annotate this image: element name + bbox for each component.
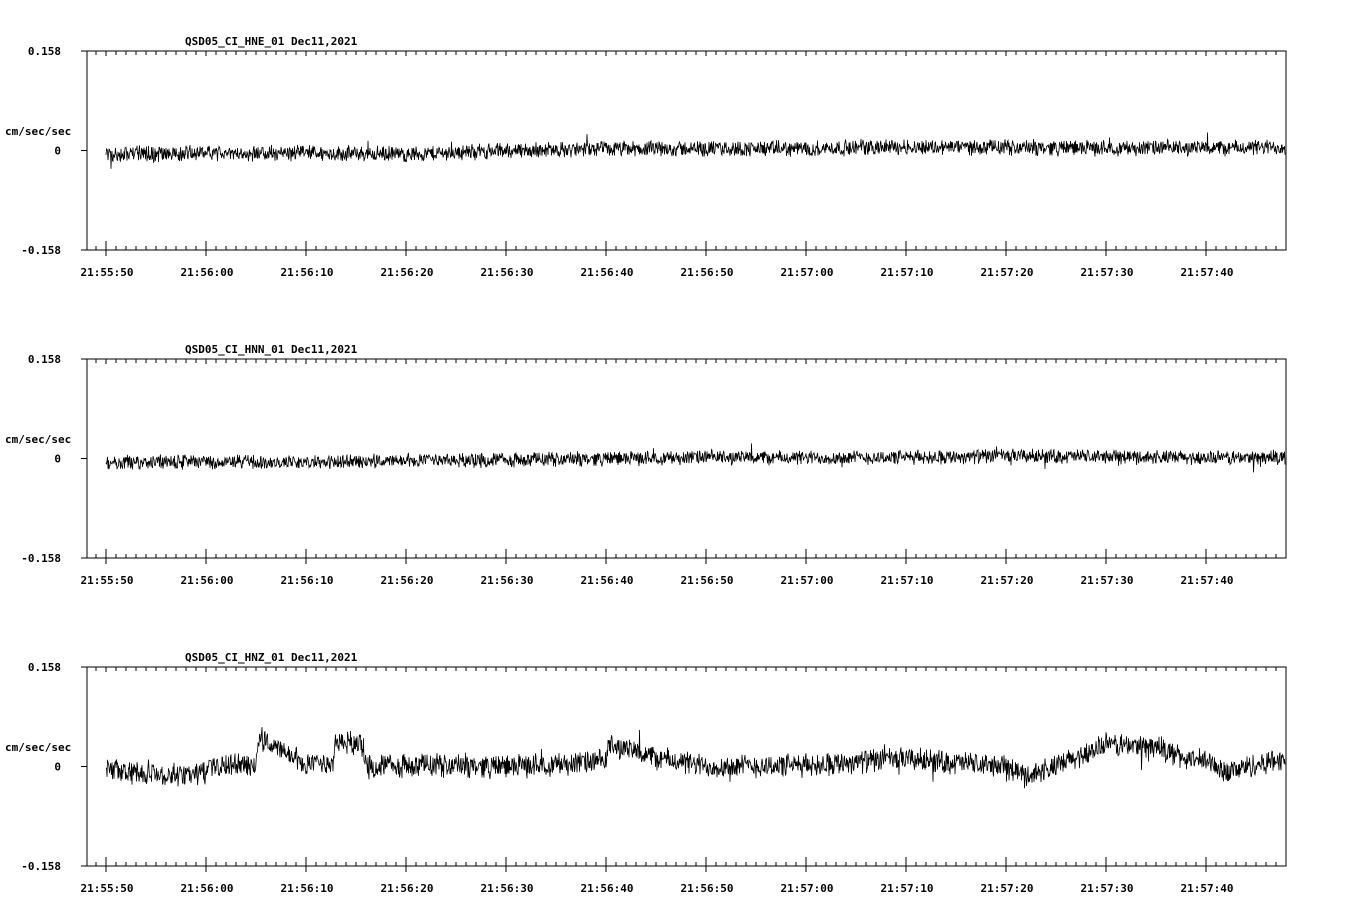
x-tick-label: 21:56:20 (381, 882, 434, 895)
x-tick-label: 21:57:20 (981, 574, 1034, 587)
waveform-trace (105, 727, 1286, 789)
waveform-trace (105, 443, 1286, 473)
x-tick-label: 21:57:10 (881, 574, 934, 587)
x-tick-label: 21:56:00 (181, 266, 234, 279)
y-tick-label: 0 (54, 145, 61, 158)
x-tick-label: 21:57:00 (781, 882, 834, 895)
x-tick-label: 21:56:50 (681, 882, 734, 895)
x-tick-label: 21:56:30 (481, 266, 534, 279)
x-tick-label: 21:57:10 (881, 266, 934, 279)
y-axis-label: cm/sec/sec (5, 125, 71, 138)
plot-frame (86, 666, 1287, 867)
x-tick-label: 21:55:50 (81, 266, 134, 279)
x-tick-label: 21:56:10 (281, 266, 334, 279)
x-tick-label: 21:57:20 (981, 266, 1034, 279)
x-tick-label: 21:57:30 (1081, 266, 1134, 279)
x-tick-label: 21:56:40 (581, 882, 634, 895)
x-tick-label: 21:56:20 (381, 574, 434, 587)
y-tick-label: 0 (54, 453, 61, 466)
x-tick-label: 21:56:30 (481, 574, 534, 587)
y-tick-label: -0.158 (21, 552, 61, 565)
x-tick-label: 21:56:50 (681, 266, 734, 279)
x-tick-label: 21:55:50 (81, 882, 134, 895)
x-tick-label: 21:57:10 (881, 882, 934, 895)
y-axis-label: cm/sec/sec (5, 433, 71, 446)
x-tick-label: 21:56:50 (681, 574, 734, 587)
x-tick-label: 21:56:10 (281, 882, 334, 895)
y-tick-label: 0 (54, 761, 61, 774)
x-tick-label: 21:57:40 (1181, 574, 1234, 587)
x-tick-label: 21:56:00 (181, 882, 234, 895)
y-tick-label: 0.158 (28, 353, 61, 366)
x-tick-label: 21:56:40 (581, 574, 634, 587)
x-tick-label: 21:57:20 (981, 882, 1034, 895)
panel-title: QSD05_CI_HNZ_01 Dec11,2021 (185, 651, 358, 664)
y-tick-label: -0.158 (21, 244, 61, 257)
y-tick-label: -0.158 (21, 860, 61, 873)
x-tick-label: 21:56:10 (281, 574, 334, 587)
y-tick-label: 0.158 (28, 45, 61, 58)
panel-title: QSD05_CI_HNN_01 Dec11,2021 (185, 343, 358, 356)
seismogram-figure: QSD05_CI_HNE_01 Dec11,2021 cm/sec/sec 0.15… (5, 35, 1287, 895)
x-tick-label: 21:56:20 (381, 266, 434, 279)
x-tick-label: 21:57:40 (1181, 882, 1234, 895)
x-tick-label: 21:56:00 (181, 574, 234, 587)
x-tick-label: 21:56:30 (481, 882, 534, 895)
y-tick-label: 0.158 (28, 661, 61, 674)
x-tick-label: 21:55:50 (81, 574, 134, 587)
x-tick-label: 21:57:00 (781, 266, 834, 279)
x-tick-label: 21:56:40 (581, 266, 634, 279)
y-axis-label: cm/sec/sec (5, 741, 71, 754)
waveform-trace (105, 132, 1286, 169)
x-tick-label: 21:57:00 (781, 574, 834, 587)
panel-title: QSD05_CI_HNE_01 Dec11,2021 (185, 35, 358, 48)
x-tick-label: 21:57:40 (1181, 266, 1234, 279)
seismogram-panel-3: QSD05_CI_HNZ_01 Dec11,2021 cm/sec/sec 0.15… (5, 651, 1287, 895)
seismogram-panel-1: QSD05_CI_HNE_01 Dec11,2021 cm/sec/sec 0.15… (5, 35, 1287, 279)
seismogram-panel-2: QSD05_CI_HNN_01 Dec11,2021 cm/sec/sec 0.15… (5, 343, 1287, 587)
x-tick-label: 21:57:30 (1081, 882, 1134, 895)
x-tick-label: 21:57:30 (1081, 574, 1134, 587)
